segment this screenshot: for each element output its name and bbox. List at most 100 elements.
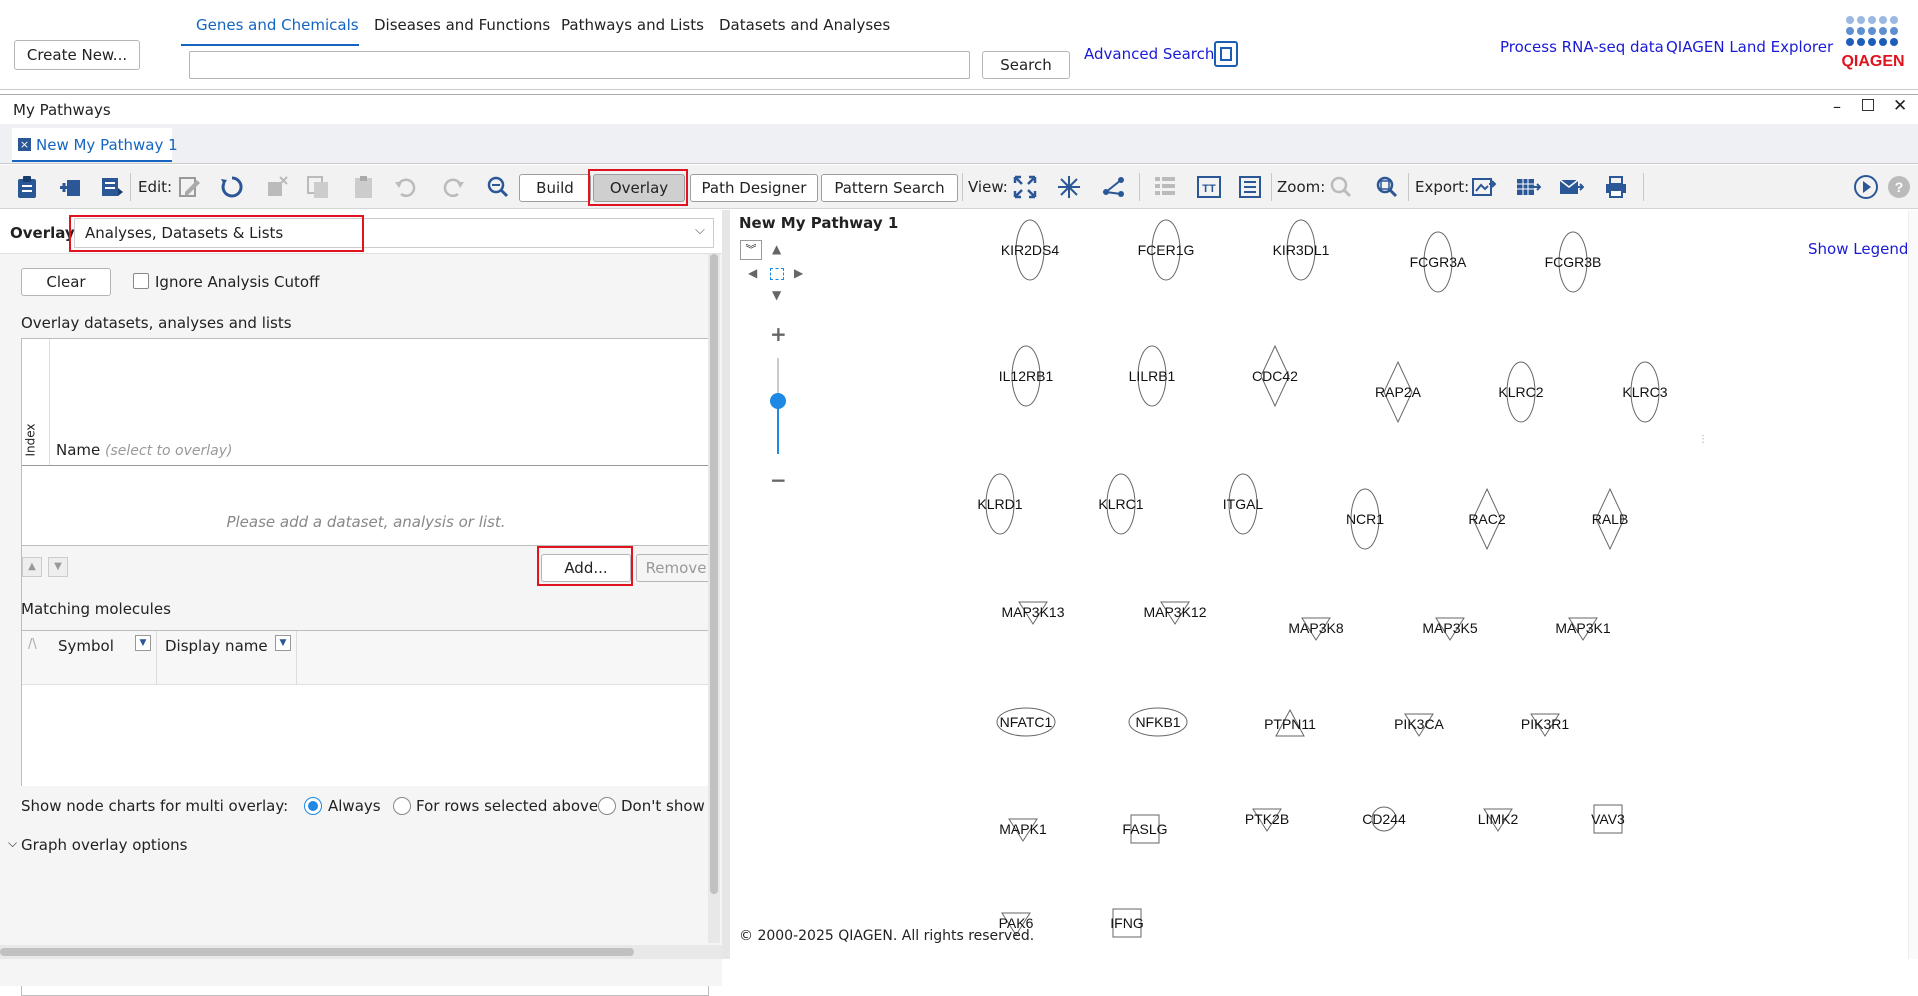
clear-button[interactable]: Clear — [21, 268, 111, 296]
tab-genes-and-chemicals[interactable]: Genes and Chemicals — [196, 16, 359, 34]
overlay-button[interactable]: Overlay — [593, 174, 685, 202]
gene-node-map3k1[interactable]: MAP3K1 — [1543, 596, 1623, 660]
gene-node-il12rb1[interactable]: IL12RB1 — [986, 344, 1066, 408]
zoom-slider-thumb[interactable] — [770, 393, 786, 410]
restore-icon[interactable] — [1862, 99, 1874, 111]
radio-always[interactable] — [304, 797, 322, 815]
gene-node-ptpn11[interactable]: PTPN11 — [1250, 692, 1330, 756]
land-explorer-link[interactable]: QIAGEN Land Explorer — [1666, 38, 1833, 56]
build-button[interactable]: Build — [519, 174, 591, 202]
export-image-icon[interactable] — [1471, 174, 1497, 200]
zoom-out-icon[interactable] — [485, 174, 511, 200]
overlay-select[interactable]: Analyses, Datasets & Lists ⌵ — [74, 218, 714, 248]
gene-node-rac2[interactable]: RAC2 — [1447, 487, 1527, 551]
tab-new-my-pathway-1[interactable]: × New My Pathway 1 — [12, 128, 178, 162]
right-resize-handle[interactable]: ⋮ — [1698, 434, 1708, 450]
fit-view-icon[interactable] — [1012, 174, 1038, 200]
left-horizontal-scrollbar[interactable] — [0, 945, 722, 959]
gene-node-map3k5[interactable]: MAP3K5 — [1410, 596, 1490, 660]
remove-button[interactable]: Remove — [636, 554, 716, 582]
zoom-fit-icon[interactable] — [1374, 174, 1400, 200]
chevron-right-icon[interactable]: ⌵ — [8, 836, 17, 851]
process-rnaseq-link[interactable]: Process RNA-seq data — [1500, 38, 1664, 56]
add-molecule-icon[interactable] — [57, 174, 83, 200]
zoom-region-icon[interactable] — [1328, 174, 1354, 200]
move-down-button[interactable]: ▼ — [48, 557, 68, 577]
gene-node-rap2a[interactable]: RAP2A — [1358, 360, 1438, 424]
minimize-icon[interactable]: – — [1833, 97, 1841, 116]
show-legend-link[interactable]: Show Legend — [1808, 240, 1908, 258]
tab-diseases-and-functions[interactable]: Diseases and Functions — [374, 16, 550, 34]
center-icon[interactable] — [770, 268, 784, 280]
tab-close-icon[interactable]: × — [18, 138, 31, 151]
gene-node-vav3[interactable]: VAV3 — [1568, 787, 1648, 851]
left-scrollbar[interactable] — [708, 254, 720, 943]
gene-node-fcer1g[interactable]: FCER1G — [1126, 218, 1206, 282]
add-button[interactable]: Add... — [541, 554, 631, 582]
gene-node-pak6[interactable]: PAK6 — [976, 891, 1056, 955]
print-icon[interactable] — [1603, 174, 1629, 200]
search-input[interactable] — [189, 51, 970, 79]
panel-splitter[interactable] — [722, 210, 730, 959]
ignore-cutoff-checkbox[interactable] — [133, 273, 149, 289]
gene-node-ncr1[interactable]: NCR1 — [1325, 487, 1405, 551]
gene-node-map3k8[interactable]: MAP3K8 — [1276, 596, 1356, 660]
network-layout-icon[interactable] — [1056, 174, 1082, 200]
gene-node-map3k12[interactable]: MAP3K12 — [1135, 580, 1215, 644]
zoom-in-icon[interactable]: + — [770, 322, 787, 346]
gene-node-fcgr3a[interactable]: FCGR3A — [1398, 230, 1478, 294]
gene-node-ralb[interactable]: RALB — [1570, 487, 1650, 551]
display-name-header[interactable]: Display name — [165, 637, 268, 655]
pan-right-icon[interactable]: ▶ — [794, 266, 803, 280]
display-filter-icon[interactable]: ▼ — [275, 635, 291, 651]
gene-node-klrc3[interactable]: KLRC3 — [1605, 360, 1685, 424]
gene-node-nfkb1[interactable]: NFKB1 — [1118, 690, 1198, 754]
sort-icon[interactable]: /\ — [28, 637, 37, 652]
search-button[interactable]: Search — [982, 51, 1070, 79]
clipboard-icon[interactable] — [14, 174, 40, 200]
gene-node-ifng[interactable]: IFNG — [1087, 891, 1167, 955]
gene-node-nfatc1[interactable]: NFATC1 — [986, 690, 1066, 754]
legend-list-icon[interactable] — [1237, 174, 1263, 200]
advanced-search-link[interactable]: Advanced Search — [1084, 45, 1214, 63]
move-up-button[interactable]: ▲ — [22, 557, 42, 577]
pan-down-icon[interactable]: ▼ — [772, 288, 781, 302]
gene-node-klrd1[interactable]: KLRD1 — [960, 472, 1040, 536]
pan-left-icon[interactable]: ◀ — [748, 266, 757, 280]
gene-node-kir2ds4[interactable]: KIR2DS4 — [990, 218, 1070, 282]
export-email-icon[interactable] — [1558, 174, 1584, 200]
gene-node-mapk1[interactable]: MAPK1 — [983, 797, 1063, 861]
copy-icon[interactable] — [305, 174, 331, 200]
gene-node-itgal[interactable]: ITGAL — [1203, 472, 1283, 536]
gene-node-cd244[interactable]: CD244 — [1344, 787, 1424, 851]
gene-node-pik3ca[interactable]: PIK3CA — [1379, 692, 1459, 756]
symbol-header[interactable]: Symbol — [58, 637, 114, 655]
text-size-icon[interactable]: TT — [1196, 174, 1222, 200]
delete-node-icon[interactable] — [264, 174, 290, 200]
zoom-out-control-icon[interactable]: − — [770, 468, 787, 492]
zoom-slider[interactable] — [770, 358, 786, 454]
gene-node-fcgr3b[interactable]: FCGR3B — [1533, 230, 1613, 294]
gene-node-lilrb1[interactable]: LILRB1 — [1112, 344, 1192, 408]
graph-overlay-options[interactable]: Graph overlay options — [21, 836, 187, 854]
gene-node-kir3dl1[interactable]: KIR3DL1 — [1261, 218, 1341, 282]
gene-node-faslg[interactable]: FASLG — [1105, 797, 1185, 861]
undo-icon[interactable] — [393, 174, 419, 200]
advanced-search-icon[interactable] — [1214, 41, 1238, 67]
redo-icon[interactable] — [440, 174, 466, 200]
path-layout-icon[interactable] — [1101, 174, 1127, 200]
gene-node-cdc42[interactable]: CDC42 — [1235, 344, 1315, 408]
gene-node-klrc2[interactable]: KLRC2 — [1481, 360, 1561, 424]
play-tour-icon[interactable] — [1853, 174, 1879, 200]
tab-datasets-and-analyses[interactable]: Datasets and Analyses — [719, 16, 890, 34]
radio-rows-selected[interactable] — [393, 797, 411, 815]
paste-icon[interactable] — [351, 174, 377, 200]
gene-node-ptk2b[interactable]: PTK2B — [1227, 787, 1307, 851]
refresh-icon[interactable] — [219, 174, 245, 200]
gene-node-map3k13[interactable]: MAP3K13 — [993, 580, 1073, 644]
pattern-search-button[interactable]: Pattern Search — [821, 174, 958, 202]
export-table-icon[interactable] — [1515, 174, 1541, 200]
radio-dont-show[interactable] — [598, 797, 616, 815]
collapse-icon[interactable]: ︾ — [740, 240, 762, 260]
list-view-icon[interactable] — [1152, 174, 1178, 200]
